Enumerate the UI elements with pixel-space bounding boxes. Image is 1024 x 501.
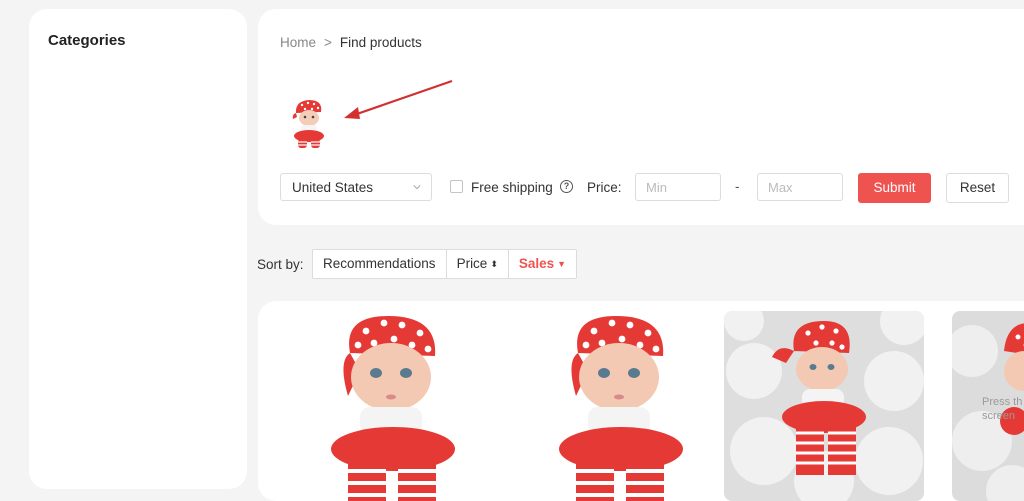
sort-recommendations-label: Recommendations	[323, 256, 436, 271]
price-min-input[interactable]	[635, 173, 721, 201]
sort-down-icon: ▼	[557, 259, 566, 269]
annotation-arrow	[336, 77, 461, 127]
product-overlay-text: Press th screen	[982, 395, 1022, 423]
breadcrumb: Home > Find products	[280, 35, 422, 50]
categories-sidebar: Categories	[29, 9, 247, 489]
price-max-input[interactable]	[757, 173, 843, 201]
search-panel: Home > Find products United States	[258, 9, 1024, 225]
free-shipping-checkbox[interactable]	[450, 180, 463, 193]
search-image-thumbnail[interactable]	[287, 97, 333, 151]
sort-options: Recommendations Price⬍ Sales▼	[312, 249, 577, 279]
country-select[interactable]: United States	[280, 173, 432, 201]
product-image	[724, 311, 924, 501]
sort-price-label: Price	[457, 256, 488, 271]
product-card[interactable]	[724, 311, 924, 501]
price-label: Price:	[587, 180, 622, 195]
sort-price[interactable]: Price⬍	[447, 250, 509, 278]
product-card[interactable]: Press th screen	[952, 311, 1024, 501]
product-card[interactable]	[288, 311, 488, 501]
chevron-down-icon	[413, 183, 421, 191]
sort-updown-icon: ⬍	[490, 259, 498, 269]
product-image	[516, 311, 716, 501]
product-grid: Press th screen	[258, 301, 1024, 501]
sort-recommendations[interactable]: Recommendations	[313, 250, 447, 278]
reset-button[interactable]: Reset	[946, 173, 1009, 203]
filter-bar: United States Free shipping ? Price: - S…	[280, 173, 1024, 203]
help-icon[interactable]: ?	[560, 180, 573, 193]
price-range-separator: -	[735, 179, 740, 194]
product-image	[288, 311, 488, 501]
breadcrumb-separator: >	[324, 35, 332, 50]
product-card[interactable]	[516, 311, 716, 501]
submit-button[interactable]: Submit	[858, 173, 931, 203]
breadcrumb-home[interactable]: Home	[280, 35, 316, 50]
categories-title: Categories	[48, 32, 126, 49]
breadcrumb-current: Find products	[340, 35, 422, 50]
country-value: United States	[292, 180, 373, 195]
overlay-line-2: screen	[982, 409, 1022, 423]
overlay-line-1: Press th	[982, 395, 1022, 409]
sort-sales[interactable]: Sales▼	[509, 250, 576, 278]
sort-sales-label: Sales	[519, 256, 554, 271]
free-shipping-label[interactable]: Free shipping	[471, 180, 553, 195]
sort-label: Sort by:	[257, 257, 304, 272]
